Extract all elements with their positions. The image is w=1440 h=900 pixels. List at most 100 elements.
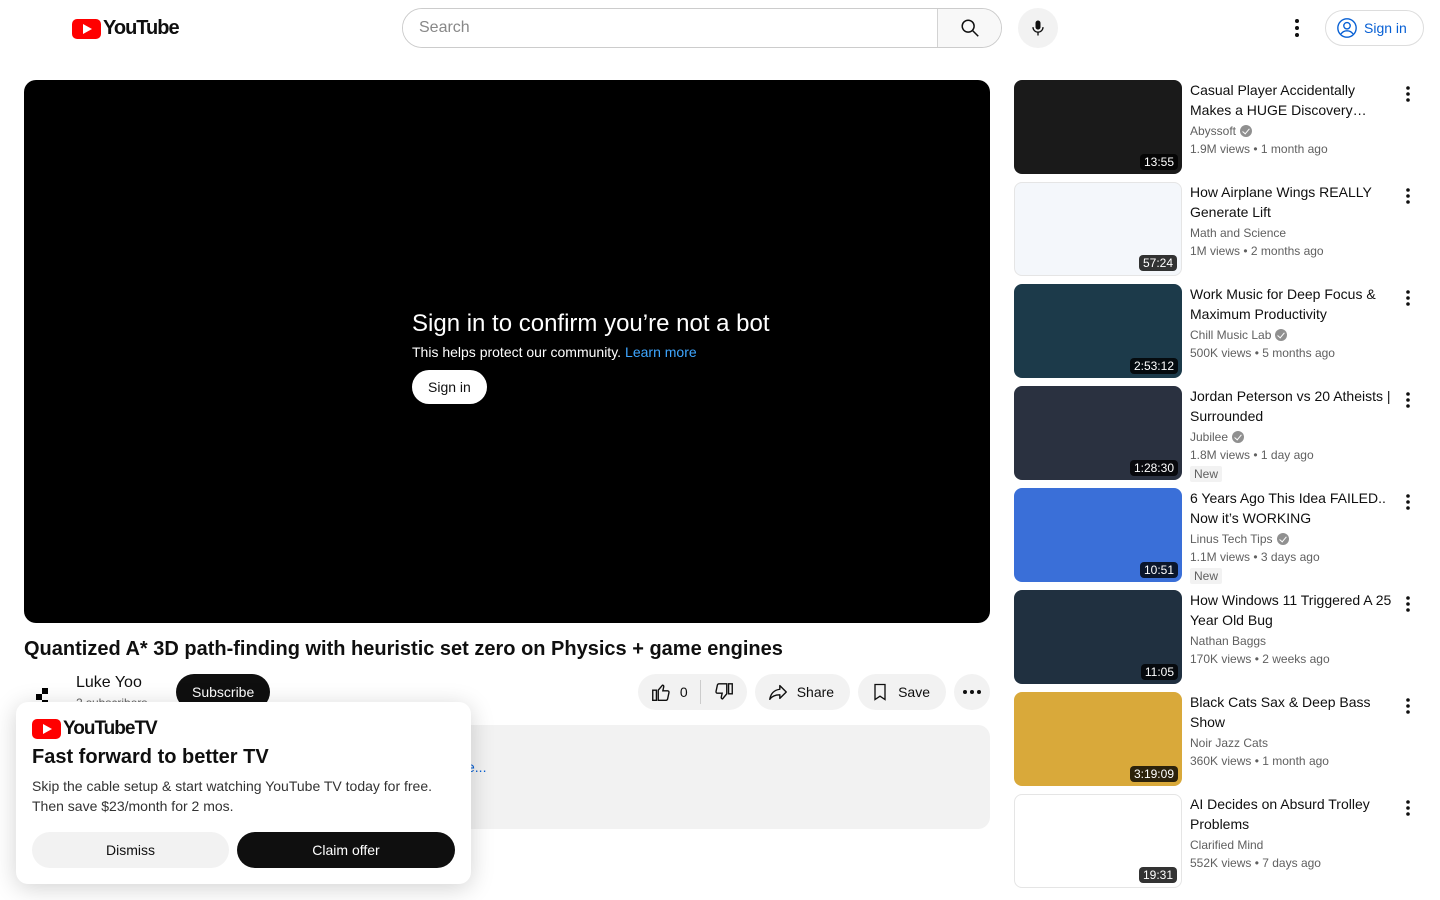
learn-more-link[interactable]: Learn more bbox=[625, 344, 697, 360]
video-thumbnail[interactable]: 2:53:12 bbox=[1014, 284, 1182, 378]
channel-name[interactable]: Luke Yoo bbox=[76, 674, 142, 692]
signin-button[interactable]: Sign in bbox=[1325, 10, 1424, 46]
share-label: Share bbox=[796, 684, 835, 700]
settings-menu-button[interactable] bbox=[1282, 14, 1312, 42]
video-title-link[interactable]: Casual Player Accidentally Makes a HUGE … bbox=[1190, 80, 1394, 120]
more-actions-button[interactable] bbox=[954, 674, 990, 710]
save-button[interactable]: Save bbox=[858, 674, 946, 710]
channel-name-text: Nathan Baggs bbox=[1190, 634, 1267, 648]
related-video-item[interactable]: 10:51 6 Years Ago This Idea FAILED.. Now… bbox=[1014, 488, 1424, 590]
video-thumbnail[interactable]: 11:05 bbox=[1014, 590, 1182, 684]
video-title-link[interactable]: How Airplane Wings REALLY Generate Lift bbox=[1190, 182, 1394, 222]
video-meta: 500K views • 5 months ago bbox=[1190, 346, 1335, 360]
video-title-link[interactable]: 6 Years Ago This Idea FAILED.. Now it’s … bbox=[1190, 488, 1394, 528]
video-duration: 11:05 bbox=[1140, 664, 1178, 680]
video-menu-button[interactable] bbox=[1396, 388, 1420, 412]
video-meta: 1.9M views • 1 month ago bbox=[1190, 142, 1328, 156]
upload-age: 3 days ago bbox=[1260, 550, 1320, 564]
video-thumbnail[interactable]: 19:31 bbox=[1014, 794, 1182, 888]
video-menu-button[interactable] bbox=[1396, 592, 1420, 616]
dislike-button[interactable] bbox=[701, 674, 747, 710]
video-duration: 13:55 bbox=[1139, 154, 1178, 170]
video-player[interactable]: Sign in to confirm you’re not a bot This… bbox=[24, 80, 990, 623]
channel-name-text: Chill Music Lab bbox=[1190, 328, 1272, 342]
thumbs-up-icon bbox=[651, 684, 670, 701]
action-buttons: 0 Share Save bbox=[637, 674, 990, 710]
more-vert-icon bbox=[1406, 596, 1410, 612]
more-vert-icon bbox=[1406, 392, 1410, 408]
search-icon bbox=[960, 19, 979, 37]
video-title-link[interactable]: Work Music for Deep Focus & Maximum Prod… bbox=[1190, 284, 1394, 324]
share-button[interactable]: Share bbox=[754, 674, 851, 710]
upload-age: 1 month ago bbox=[1260, 142, 1328, 156]
video-menu-button[interactable] bbox=[1396, 796, 1420, 820]
video-channel[interactable]: Chill Music Lab bbox=[1190, 326, 1394, 344]
bot-check-subtitle: This helps protect our community. Learn m… bbox=[412, 344, 770, 360]
video-channel[interactable]: Nathan Baggs bbox=[1190, 632, 1394, 650]
claim-offer-button[interactable]: Claim offer bbox=[237, 832, 455, 868]
video-channel[interactable]: Jubilee bbox=[1190, 428, 1394, 446]
dismiss-button[interactable]: Dismiss bbox=[32, 832, 229, 868]
related-video-item[interactable]: 57:24 How Airplane Wings REALLY Generate… bbox=[1014, 182, 1424, 284]
video-channel[interactable]: Abyssoft bbox=[1190, 122, 1394, 140]
verified-icon bbox=[1275, 329, 1288, 341]
video-menu-button[interactable] bbox=[1396, 82, 1420, 106]
video-title-link[interactable]: AI Decides on Absurd Trolley Problems bbox=[1190, 794, 1394, 834]
video-title-link[interactable]: Jordan Peterson vs 20 Atheists | Surroun… bbox=[1190, 386, 1394, 426]
video-menu-button[interactable] bbox=[1396, 286, 1420, 310]
search-button[interactable] bbox=[937, 9, 1001, 47]
video-title-link[interactable]: Black Cats Sax & Deep Bass Show bbox=[1190, 692, 1394, 732]
related-video-item[interactable]: 1:28:30 Jordan Peterson vs 20 Atheists |… bbox=[1014, 386, 1424, 488]
video-channel[interactable]: Noir Jazz Cats bbox=[1190, 734, 1394, 752]
video-title-link[interactable]: How Windows 11 Triggered A 25 Year Old B… bbox=[1190, 590, 1394, 630]
voice-search-button[interactable] bbox=[1018, 8, 1058, 48]
more-vert-icon bbox=[1406, 698, 1410, 714]
video-meta: 1.8M views • 1 day ago bbox=[1190, 448, 1314, 462]
new-badge: New bbox=[1190, 466, 1223, 482]
upload-age: 1 day ago bbox=[1260, 448, 1314, 462]
video-info: How Airplane Wings REALLY Generate Lift … bbox=[1190, 182, 1394, 260]
video-meta: 360K views • 1 month ago bbox=[1190, 754, 1329, 768]
video-info: How Windows 11 Triggered A 25 Year Old B… bbox=[1190, 590, 1394, 668]
video-info: AI Decides on Absurd Trolley Problems Cl… bbox=[1190, 794, 1394, 872]
like-button[interactable]: 0 bbox=[638, 674, 700, 710]
video-duration: 1:28:30 bbox=[1129, 460, 1178, 476]
logo-text: YouTube bbox=[103, 17, 180, 39]
video-channel[interactable]: Linus Tech Tips bbox=[1190, 530, 1394, 548]
video-thumbnail[interactable]: 1:28:30 bbox=[1014, 386, 1182, 480]
new-badge: New bbox=[1190, 568, 1223, 584]
video-menu-button[interactable] bbox=[1396, 184, 1420, 208]
view-count: 170K views bbox=[1190, 652, 1252, 666]
view-count: 360K views bbox=[1190, 754, 1252, 768]
signin-label: Sign in bbox=[1364, 20, 1407, 36]
search-input[interactable] bbox=[403, 9, 937, 47]
related-video-item[interactable]: 3:19:09 Black Cats Sax & Deep Bass Show … bbox=[1014, 692, 1424, 794]
verified-icon bbox=[1276, 533, 1289, 545]
video-menu-button[interactable] bbox=[1396, 490, 1420, 514]
video-menu-button[interactable] bbox=[1396, 694, 1420, 718]
video-info: Jordan Peterson vs 20 Atheists | Surroun… bbox=[1190, 386, 1394, 483]
video-meta: 552K views • 7 days ago bbox=[1190, 856, 1321, 870]
video-info: Work Music for Deep Focus & Maximum Prod… bbox=[1190, 284, 1394, 362]
related-video-item[interactable]: 2:53:12 Work Music for Deep Focus & Maxi… bbox=[1014, 284, 1424, 386]
youtube-logo[interactable]: YouTube bbox=[72, 17, 180, 40]
video-channel[interactable]: Clarified Mind bbox=[1190, 836, 1394, 854]
video-thumbnail[interactable]: 3:19:09 bbox=[1014, 692, 1182, 786]
channel-name-text: Math and Science bbox=[1190, 226, 1287, 240]
more-vert-icon bbox=[1406, 86, 1410, 102]
more-horiz-icon bbox=[963, 690, 981, 694]
related-video-item[interactable]: 11:05 How Windows 11 Triggered A 25 Year… bbox=[1014, 590, 1424, 692]
upload-age: 7 days ago bbox=[1262, 856, 1321, 870]
related-video-item[interactable]: 13:55 Casual Player Accidentally Makes a… bbox=[1014, 80, 1424, 182]
related-video-item[interactable]: 19:31 AI Decides on Absurd Trolley Probl… bbox=[1014, 794, 1424, 896]
video-thumbnail[interactable]: 10:51 bbox=[1014, 488, 1182, 582]
video-channel[interactable]: Math and Science bbox=[1190, 224, 1394, 242]
video-duration: 3:19:09 bbox=[1129, 766, 1178, 782]
video-thumbnail[interactable]: 57:24 bbox=[1014, 182, 1182, 276]
player-signin-button[interactable]: Sign in bbox=[412, 370, 487, 404]
video-thumbnail[interactable]: 13:55 bbox=[1014, 80, 1182, 174]
more-vert-icon bbox=[1295, 19, 1299, 37]
channel-name-text: Jubilee bbox=[1190, 430, 1229, 444]
video-duration: 10:51 bbox=[1139, 562, 1178, 578]
youtube-tv-promo: YouTubeTV Fast forward to better TV Skip… bbox=[16, 702, 471, 884]
